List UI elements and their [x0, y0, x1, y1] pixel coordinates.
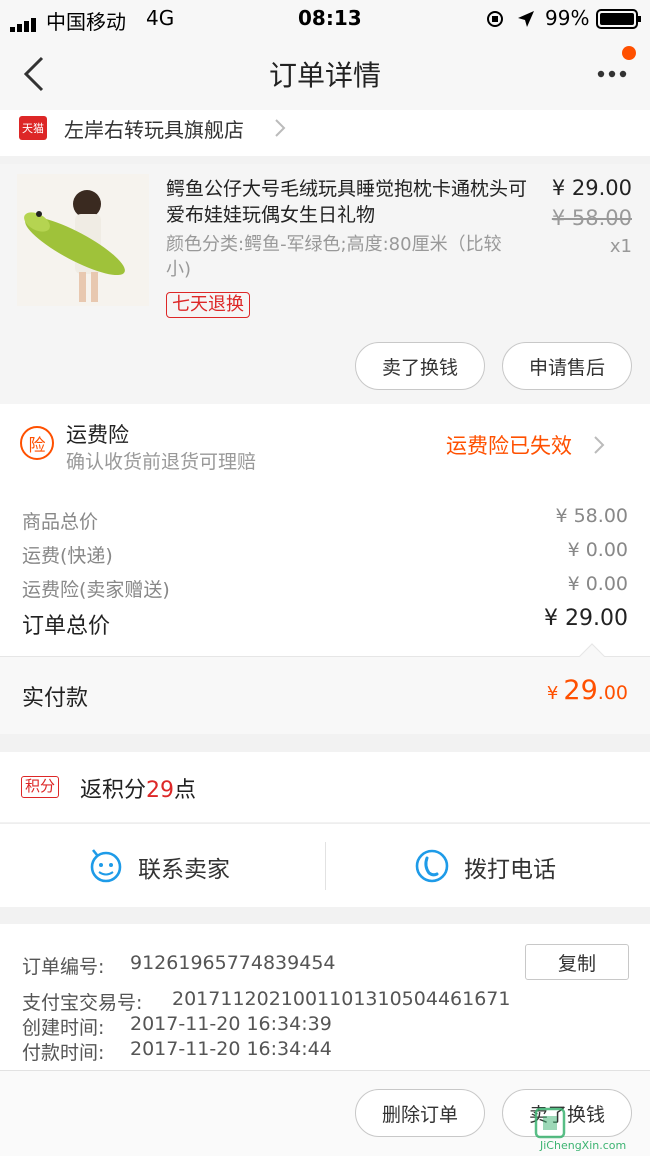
paid-time-label: 付款时间:: [22, 1042, 105, 1064]
watermark-text: JiChengXin.com: [540, 1139, 627, 1152]
more-dots-icon[interactable]: [596, 66, 630, 80]
summary-value-shipping: ¥ 0.00: [567, 539, 628, 561]
paid-amount: ¥ 29.00: [430, 675, 628, 706]
battery-icon: [596, 9, 642, 34]
return-policy-text: 七天退换: [172, 294, 244, 315]
paid-int: 29: [563, 675, 598, 706]
contact-seller-label: 联系卖家: [138, 857, 230, 883]
notification-dot: [622, 46, 636, 60]
rotation-lock-icon: [485, 9, 505, 34]
summary-label-goods: 商品总价: [22, 511, 99, 533]
order-info: 订单编号: 91261965774839454 复制 支付宝交易号: 20171…: [0, 924, 650, 1070]
product-price: ¥ 29.00: [551, 176, 632, 200]
nav-bar: 订单详情: [0, 38, 650, 110]
summary-value-goods: ¥ 58.00: [555, 505, 628, 527]
order-total-value: ¥ 29.00: [544, 606, 628, 631]
summary-label-shipping: 运费(快递): [22, 545, 113, 567]
signal-icon: [10, 13, 40, 32]
product-original-price: ¥ 58.00: [551, 206, 632, 230]
tmall-badge: 天猫: [19, 116, 47, 140]
chevron-right-icon: [272, 116, 288, 144]
paid-row: 实付款 ¥ 29.00: [0, 643, 650, 734]
location-icon: [516, 9, 536, 34]
after-sale-button-label: 申请售后: [528, 356, 605, 379]
points-row: 积分 返积分29点: [0, 752, 650, 822]
phone-icon: [415, 849, 449, 883]
summary-label-insurance: 运费险(卖家赠送): [22, 579, 170, 601]
insurance-subtitle: 确认收货前退货可理赔: [66, 451, 257, 473]
call-phone-button[interactable]: 拨打电话: [326, 824, 650, 908]
product-qty: x1: [609, 236, 632, 257]
product-image[interactable]: [17, 174, 149, 306]
order-no-label: 订单编号:: [22, 956, 105, 978]
insurance-status: 运费险已失效: [446, 434, 572, 458]
paid-time-value: 2017-11-20 16:34:44: [130, 1038, 332, 1060]
insurance-status-link[interactable]: 运费险已失效: [446, 430, 636, 460]
clock: 08:13: [298, 6, 362, 30]
points-badge: 积分: [21, 776, 60, 798]
points-suffix: 点: [174, 778, 197, 803]
sell-button-label: 卖了换钱: [381, 356, 458, 379]
paid-currency: ¥: [546, 683, 559, 704]
tmall-badge-text: 天猫: [22, 122, 44, 135]
created-value: 2017-11-20 16:34:39: [130, 1013, 332, 1035]
after-sale-button[interactable]: 申请售后: [502, 342, 632, 390]
points-prefix: 返积分: [80, 778, 147, 803]
sell-button[interactable]: 卖了换钱: [355, 342, 485, 390]
contact-seller-button[interactable]: 联系卖家: [0, 824, 325, 908]
points-badge-text: 积分: [25, 777, 56, 795]
order-total-label: 订单总价: [22, 614, 111, 639]
insurance-icon-char: 险: [28, 435, 46, 456]
product-card: 鳄鱼公仔大号毛绒玩具睡觉抱枕卡通枕头可爱布娃娃玩偶女生日礼物 颜色分类:鳄鱼-军…: [0, 164, 650, 404]
summary-value-insurance: ¥ 0.00: [567, 573, 628, 595]
order-no-value: 91261965774839454: [130, 952, 336, 974]
product-title[interactable]: 鳄鱼公仔大号毛绒玩具睡觉抱枕卡通枕头可爱布娃娃玩偶女生日礼物: [166, 176, 530, 228]
alipay-no-label: 支付宝交易号:: [22, 992, 143, 1014]
carrier-label: 中国移动: [46, 10, 126, 34]
status-bar: 中国移动 4G 08:13 99%: [0, 0, 650, 38]
paid-label: 实付款: [22, 686, 89, 711]
contact-row: 联系卖家 拨打电话: [0, 823, 650, 907]
call-phone-label: 拨打电话: [464, 857, 556, 883]
insurance-title: 运费险: [66, 423, 129, 447]
network-label: 4G: [146, 6, 175, 30]
page-title: 订单详情: [268, 59, 381, 92]
chevron-right-icon: [594, 436, 605, 454]
created-label: 创建时间:: [22, 1017, 105, 1039]
delete-order-label: 删除订单: [381, 1103, 458, 1126]
points-value: 29: [146, 778, 175, 803]
battery-label: 99%: [545, 6, 590, 30]
delete-order-button[interactable]: 删除订单: [355, 1089, 485, 1137]
price-summary: 险 运费险 确认收货前退货可理赔 运费险已失效 商品总价 ¥ 58.00 运费(…: [0, 404, 650, 656]
footer-action-bar: 删除订单 卖了换钱 JiChengXin.com: [0, 1070, 650, 1156]
copy-button[interactable]: 复制: [525, 944, 629, 980]
insurance-icon: 险: [20, 426, 54, 460]
points-text: 返积分29点: [80, 772, 196, 804]
watermark: JiChengXin.com: [532, 1107, 648, 1155]
watermark-logo-icon: [534, 1107, 566, 1139]
alipay-no-value: 2017112021001101310504461671: [172, 988, 511, 1010]
copy-button-label: 复制: [557, 952, 596, 975]
product-sku: 颜色分类:鳄鱼-军绿色;高度:80厘米（比较小): [166, 234, 502, 280]
return-policy-tag: 七天退换: [166, 292, 250, 318]
shop-name: 左岸右转玩具旗舰店: [64, 118, 244, 142]
chat-smile-icon: [90, 849, 122, 883]
paid-dec: .00: [597, 682, 628, 704]
shop-row[interactable]: 天猫 左岸右转玩具旗舰店: [0, 110, 650, 156]
